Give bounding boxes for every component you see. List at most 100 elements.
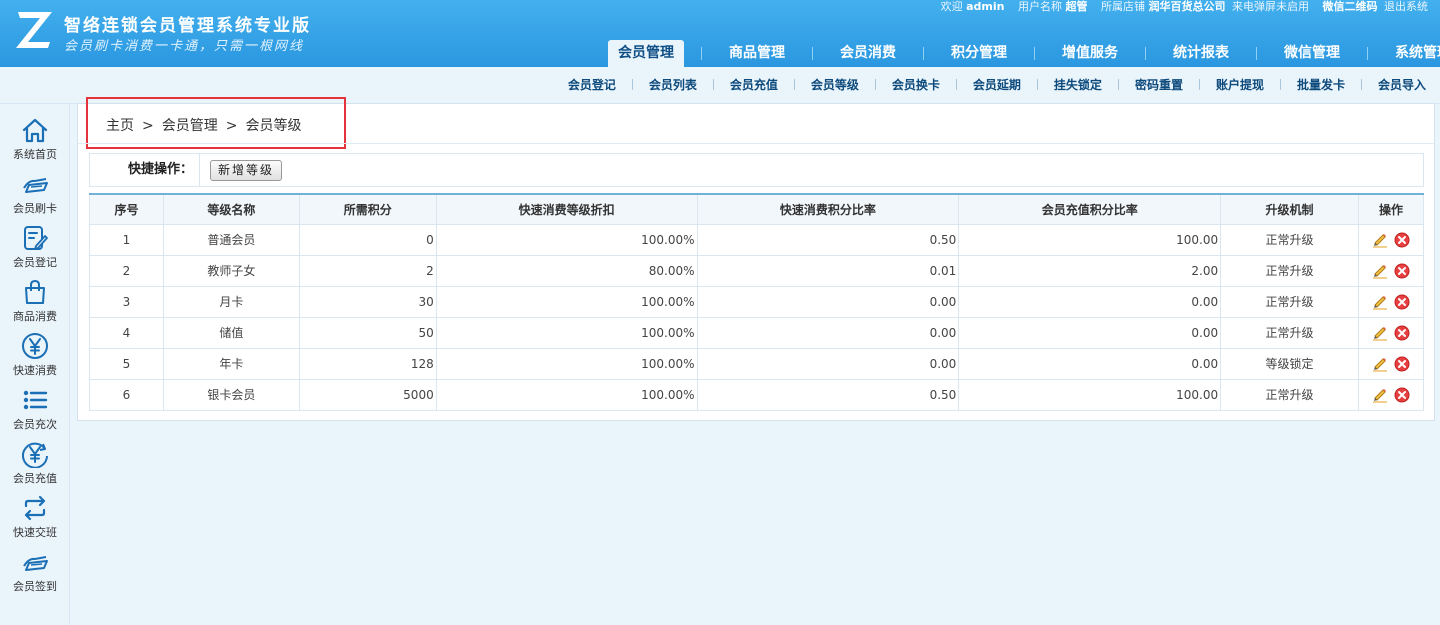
- sidebar-item-product-consume[interactable]: 商品消费: [0, 272, 70, 326]
- sub-nav-card-replace[interactable]: 会员换卡: [892, 76, 940, 93]
- delete-icon[interactable]: [1394, 294, 1410, 310]
- sidebar-item-member-recharge[interactable]: 会员充值: [0, 434, 70, 488]
- table-cell: 4: [89, 316, 164, 349]
- add-level-button[interactable]: 新增等级: [210, 160, 283, 181]
- popup-status: 来电弹屏未启用: [1232, 0, 1309, 13]
- breadcrumb-separator: >: [142, 118, 154, 134]
- table-row: 1 普通会员 0 100.00% 0.50 100.00 正常升级: [89, 223, 1424, 256]
- delete-icon[interactable]: [1394, 232, 1410, 248]
- yen-recharge-icon: [22, 442, 48, 468]
- breadcrumb-home[interactable]: 主页: [106, 118, 134, 134]
- main-nav-value-added[interactable]: 增值服务: [1052, 40, 1128, 67]
- delete-icon[interactable]: [1394, 325, 1410, 341]
- table-cell: 普通会员: [162, 223, 300, 256]
- sub-nav-divider: [1360, 79, 1362, 90]
- row-actions: [1358, 347, 1424, 380]
- table-cell: 100.00: [958, 223, 1222, 256]
- breadcrumb-current: 会员等级: [245, 118, 302, 134]
- sidebar-item-quick-shift[interactable]: 快速交班: [0, 488, 70, 542]
- row-actions: [1358, 378, 1424, 411]
- main-nav-member-consumption[interactable]: 会员消费: [830, 40, 906, 67]
- main-nav-member-management[interactable]: 会员管理: [608, 40, 684, 67]
- table-cell: 128: [298, 347, 437, 380]
- nav-divider: [812, 47, 813, 60]
- card-swipe-icon: [23, 178, 48, 193]
- table-row: 6 银卡会员 5000 100.00% 0.50 100.00 正常升级: [89, 378, 1424, 411]
- app-logo-icon: [16, 12, 52, 48]
- breadcrumb-member-management[interactable]: 会员管理: [162, 118, 218, 134]
- table-cell: 0.00: [696, 285, 960, 318]
- sidebar-item-home[interactable]: 系统首页: [0, 110, 70, 164]
- column-header: 操作: [1358, 193, 1424, 225]
- sub-nav-member-recharge[interactable]: 会员充值: [730, 76, 778, 93]
- sub-nav-withdraw[interactable]: 账户提现: [1216, 76, 1264, 93]
- sub-nav-divider: [793, 79, 795, 90]
- edit-icon[interactable]: [1372, 387, 1388, 403]
- sidebar-item-quick-consume[interactable]: 快速消费: [0, 326, 70, 380]
- delete-icon[interactable]: [1394, 387, 1410, 403]
- sidebar-item-member-times[interactable]: 会员充次: [0, 380, 70, 434]
- app-slogan: 会员刷卡消费一卡通，只需一根网线: [64, 39, 305, 54]
- sidebar-item-register[interactable]: 会员登记: [0, 218, 70, 272]
- column-header: 快速消费积分比率: [696, 193, 960, 225]
- sub-nav-report-loss[interactable]: 挂失锁定: [1054, 76, 1102, 93]
- delete-icon[interactable]: [1394, 356, 1410, 372]
- wechat-qr-link[interactable]: 微信二维码: [1323, 0, 1378, 13]
- breadcrumb-separator: >: [225, 118, 238, 134]
- edit-icon[interactable]: [1372, 356, 1388, 372]
- logout-link[interactable]: 退出系统: [1384, 0, 1428, 13]
- table-cell: 100.00%: [435, 378, 698, 411]
- table-cell: 50: [298, 316, 437, 349]
- table-cell: 正常升级: [1220, 378, 1359, 411]
- yen-circle-icon: [22, 333, 48, 359]
- main-nav-system[interactable]: 系统管理: [1385, 40, 1440, 67]
- table-cell: 5: [89, 347, 164, 380]
- sub-nav-divider: [955, 79, 957, 90]
- sidebar-label: 快速交班: [13, 526, 57, 539]
- table-cell: 0.50: [696, 378, 960, 411]
- sub-nav-batch-issue[interactable]: 批量发卡: [1297, 76, 1345, 93]
- table-cell: 正常升级: [1220, 316, 1359, 349]
- main-nav-reports[interactable]: 统计报表: [1163, 40, 1239, 67]
- main-nav-points-management[interactable]: 积分管理: [941, 40, 1017, 67]
- table-cell: 2: [89, 254, 164, 287]
- edit-icon[interactable]: [1372, 325, 1388, 341]
- table-cell: 2.00: [958, 254, 1222, 287]
- table-cell: 100.00%: [435, 316, 698, 349]
- edit-icon[interactable]: [1372, 263, 1388, 279]
- nav-divider: [1256, 47, 1257, 60]
- nav-divider: [1367, 47, 1368, 60]
- table-cell: 月卡: [162, 285, 300, 318]
- table-cell: 80.00%: [435, 254, 698, 287]
- table-cell: 0.00: [958, 285, 1222, 318]
- delete-icon[interactable]: [1394, 263, 1410, 279]
- sub-nav-member-level[interactable]: 会员等级: [811, 76, 859, 93]
- table-cell: 100.00%: [435, 285, 698, 318]
- main-nav-product-management[interactable]: 商品管理: [719, 40, 795, 67]
- table-cell: 100.00%: [435, 223, 698, 256]
- sidebar-item-card-swipe[interactable]: 会员刷卡: [0, 164, 70, 218]
- table-cell: 0.00: [696, 347, 960, 380]
- table-cell: 0.00: [696, 316, 960, 349]
- main-nav-wechat[interactable]: 微信管理: [1274, 40, 1350, 67]
- sidebar-item-member-checkin[interactable]: 会员签到: [0, 542, 70, 596]
- sub-nav-member-extend[interactable]: 会员延期: [973, 76, 1021, 93]
- column-header: 所需积分: [298, 193, 437, 225]
- shopping-bag-icon: [25, 279, 45, 304]
- sub-nav-divider: [1198, 79, 1200, 90]
- sub-nav-member-import[interactable]: 会员导入: [1378, 76, 1426, 93]
- user-role: 超管: [1065, 0, 1088, 13]
- sub-nav-member-register[interactable]: 会员登记: [568, 76, 616, 93]
- sub-nav-member-list[interactable]: 会员列表: [649, 76, 697, 93]
- sub-nav-divider: [1279, 79, 1281, 90]
- sidebar: 系统首页 会员刷卡 会员登记 商品消费 快速消费 会员充次 会员充值 快速交班 …: [0, 104, 70, 625]
- edit-icon[interactable]: [1372, 294, 1388, 310]
- sidebar-label: 会员签到: [13, 580, 57, 593]
- main-nav: 会员管理 商品管理 会员消费 积分管理 增值服务 统计报表 微信管理 系统管理: [608, 40, 1440, 67]
- column-header: 序号: [89, 193, 164, 225]
- sub-nav-password-reset[interactable]: 密码重置: [1135, 76, 1183, 93]
- edit-icon[interactable]: [1372, 232, 1388, 248]
- column-header: 快速消费等级折扣: [435, 193, 698, 225]
- nav-divider: [923, 47, 924, 60]
- table-cell: 教师子女: [162, 254, 300, 287]
